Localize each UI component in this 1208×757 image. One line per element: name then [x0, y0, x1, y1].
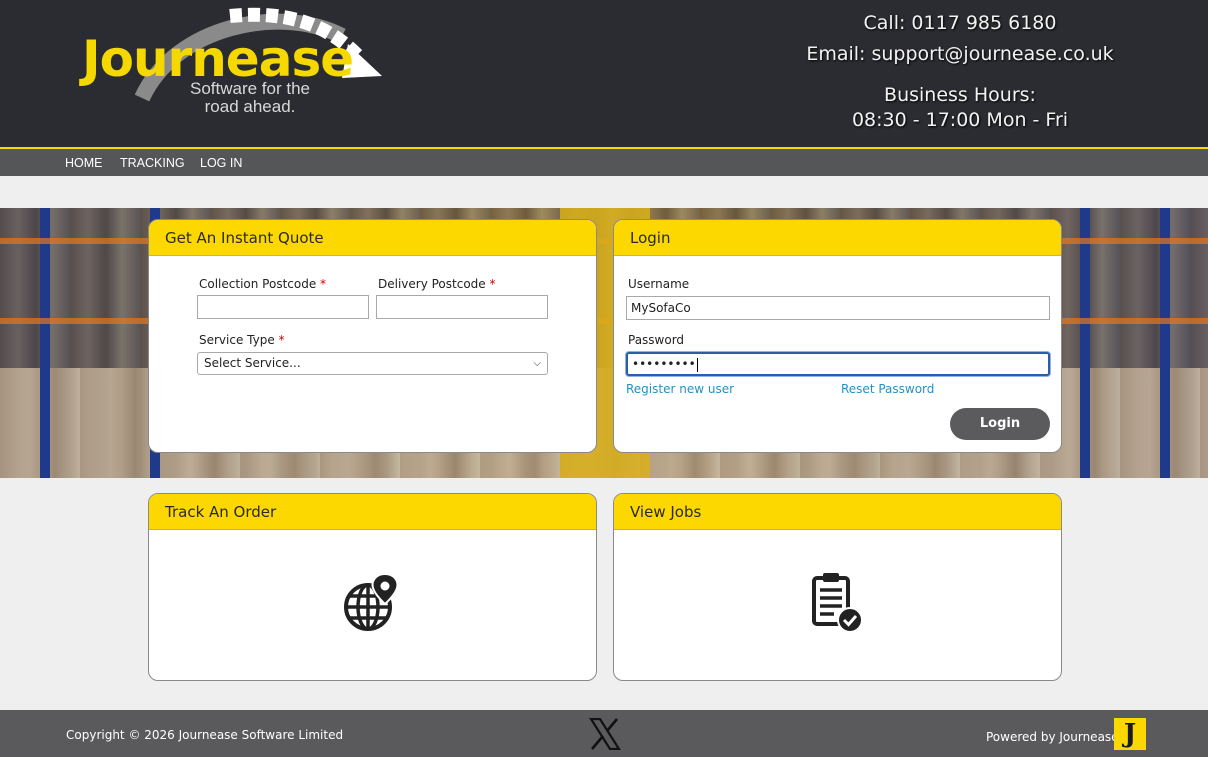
instant-quote-panel: Get An Instant Quote Collection Postcode…	[148, 219, 597, 453]
service-type-selected: Select Service...	[204, 356, 301, 370]
logo-tagline: Software for the road ahead.	[190, 80, 310, 116]
x-logo-icon[interactable]	[589, 718, 621, 750]
tagline-line-1: Software for the	[190, 79, 311, 98]
globe-location-icon[interactable]	[343, 572, 403, 634]
main-nav: HOME TRACKING LOG IN	[0, 147, 1208, 176]
contact-info: Call: 0117 985 6180 Email: support@journ…	[780, 8, 1140, 133]
required-marker: *	[278, 333, 285, 347]
login-title: Login	[614, 220, 1061, 256]
delivery-postcode-label: Delivery Postcode *	[378, 277, 496, 291]
powered-by-text: Powered by Journease	[986, 730, 1119, 744]
instant-quote-title: Get An Instant Quote	[149, 220, 596, 256]
nav-home[interactable]: HOME	[65, 156, 103, 170]
nav-login[interactable]: LOG IN	[200, 156, 242, 170]
contact-email: Email: support@journease.co.uk	[806, 43, 1114, 65]
track-order-panel[interactable]: Track An Order	[148, 493, 597, 681]
view-jobs-title: View Jobs	[614, 494, 1061, 530]
site-footer: Copyright © 2026 Journease Software Limi…	[0, 710, 1208, 757]
login-panel: Login Username MySofaCo Password •••••••…	[613, 219, 1062, 453]
track-order-title: Track An Order	[149, 494, 596, 530]
copyright-text: Copyright © 2026 Journease Software Limi…	[66, 728, 344, 742]
clipboard-check-icon[interactable]	[810, 572, 866, 634]
collection-postcode-label: Collection Postcode *	[199, 277, 327, 291]
service-type-select[interactable]: Select Service... ⌵	[197, 352, 548, 375]
required-marker: *	[320, 277, 327, 291]
username-input[interactable]: MySofaCo	[626, 296, 1050, 320]
site-header: Journease Software for the road ahead. C…	[0, 0, 1208, 147]
text-caret	[696, 357, 698, 372]
nav-tracking[interactable]: TRACKING	[120, 156, 185, 170]
view-jobs-panel[interactable]: View Jobs	[613, 493, 1062, 681]
tagline-line-2: road ahead.	[204, 97, 296, 116]
journease-badge-icon[interactable]: J	[1114, 718, 1146, 750]
username-label: Username	[628, 277, 690, 291]
login-button[interactable]: Login	[950, 408, 1050, 440]
reset-password-link[interactable]: Reset Password	[841, 382, 934, 396]
business-hours-label: Business Hours:	[884, 84, 1036, 106]
contact-phone: Call: 0117 985 6180	[863, 12, 1057, 34]
password-input[interactable]: •••••••••	[626, 352, 1050, 376]
required-marker: *	[489, 277, 496, 291]
chevron-down-icon: ⌵	[533, 358, 541, 369]
register-new-user-link[interactable]: Register new user	[626, 382, 734, 396]
password-masked-value: •••••••••	[632, 357, 696, 371]
password-label: Password	[628, 333, 685, 347]
business-hours-value: 08:30 - 17:00 Mon - Fri	[851, 109, 1069, 131]
service-type-label: Service Type *	[199, 333, 285, 347]
collection-postcode-input[interactable]	[197, 295, 369, 319]
journease-logo[interactable]: Journease Software for the road ahead.	[80, 6, 390, 122]
delivery-postcode-input[interactable]	[376, 295, 548, 319]
